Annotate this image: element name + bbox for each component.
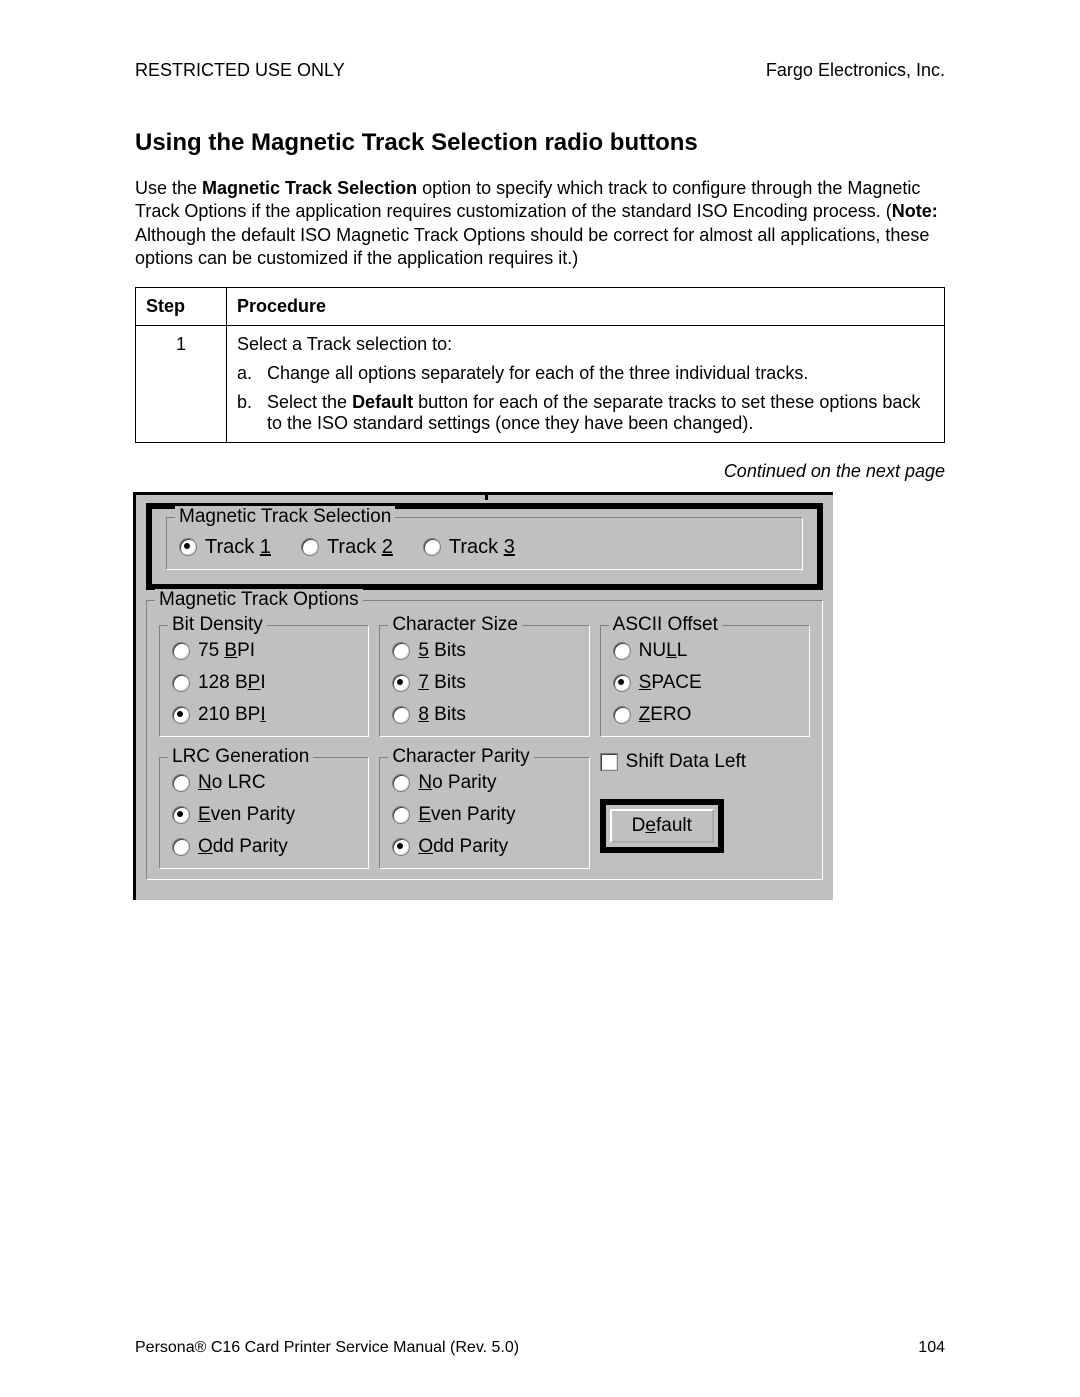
right-column: Shift Data Left Default [600, 747, 810, 869]
radio-track-1[interactable]: Track 1 [179, 536, 271, 559]
radio-null[interactable]: NULL [613, 640, 797, 662]
bit-density-group: Bit Density 75 BPI 128 BPI 210 BPI [159, 625, 369, 737]
checkbox-shift-data-left[interactable]: Shift Data Left [600, 751, 810, 773]
radio-8-bits[interactable]: 8 Bits [392, 704, 576, 726]
dialog-panel: Magnetic Track Selection Track 1 Track 2… [133, 492, 833, 900]
step-content: Select a Track selection to: a. Change a… [227, 325, 945, 442]
col-step: Step [136, 287, 227, 325]
header-left: RESTRICTED USE ONLY [135, 60, 345, 81]
default-button[interactable]: Default [610, 809, 714, 843]
radio-5-bits[interactable]: 5 Bits [392, 640, 576, 662]
radio-no-parity[interactable]: No Parity [392, 772, 576, 794]
procedure-table: Step Procedure 1 Select a Track selectio… [135, 287, 945, 443]
list-item: a. Change all options separately for eac… [237, 363, 934, 384]
radio-track-3[interactable]: Track 3 [423, 536, 515, 559]
radio-210-bpi[interactable]: 210 BPI [172, 704, 356, 726]
radio-75-bpi[interactable]: 75 BPI [172, 640, 356, 662]
section-title: Using the Magnetic Track Selection radio… [135, 129, 945, 157]
radio-space[interactable]: SPACE [613, 672, 797, 694]
options-legend: Magnetic Track Options [155, 589, 363, 611]
character-size-group: Character Size 5 Bits 7 Bits 8 Bits [379, 625, 589, 737]
radio-parity-odd[interactable]: Odd Parity [392, 836, 576, 858]
page-header: RESTRICTED USE ONLY Fargo Electronics, I… [135, 60, 945, 81]
radio-zero[interactable]: ZERO [613, 704, 797, 726]
col-procedure: Procedure [227, 287, 945, 325]
radio-parity-even[interactable]: Even Parity [392, 804, 576, 826]
radio-lrc-even[interactable]: Even Parity [172, 804, 356, 826]
list-item: b. Select the Default button for each of… [237, 392, 934, 434]
track-selection-highlight: Magnetic Track Selection Track 1 Track 2… [146, 503, 823, 590]
magnetic-track-options: Magnetic Track Options Bit Density 75 BP… [146, 600, 823, 880]
footer-left: Persona® C16 Card Printer Service Manual… [135, 1339, 519, 1357]
default-button-highlight: Default [600, 799, 724, 853]
lrc-generation-group: LRC Generation No LRC Even Parity Odd Pa… [159, 757, 369, 869]
header-right: Fargo Electronics, Inc. [766, 60, 945, 81]
page-footer: Persona® C16 Card Printer Service Manual… [135, 1339, 945, 1357]
radio-7-bits[interactable]: 7 Bits [392, 672, 576, 694]
radio-no-lrc[interactable]: No LRC [172, 772, 356, 794]
page-number: 104 [918, 1339, 945, 1357]
ascii-offset-group: ASCII Offset NULL SPACE ZERO [600, 625, 810, 737]
table-row: 1 Select a Track selection to: a. Change… [136, 325, 945, 442]
intro-paragraph: Use the Magnetic Track Selection option … [135, 177, 945, 271]
track-selection-legend: Magnetic Track Selection [175, 506, 395, 528]
radio-128-bpi[interactable]: 128 BPI [172, 672, 356, 694]
step-number: 1 [136, 325, 227, 442]
character-parity-group: Character Parity No Parity Even Parity O… [379, 757, 589, 869]
continued-note: Continued on the next page [135, 461, 945, 482]
radio-track-2[interactable]: Track 2 [301, 536, 393, 559]
radio-lrc-odd[interactable]: Odd Parity [172, 836, 356, 858]
